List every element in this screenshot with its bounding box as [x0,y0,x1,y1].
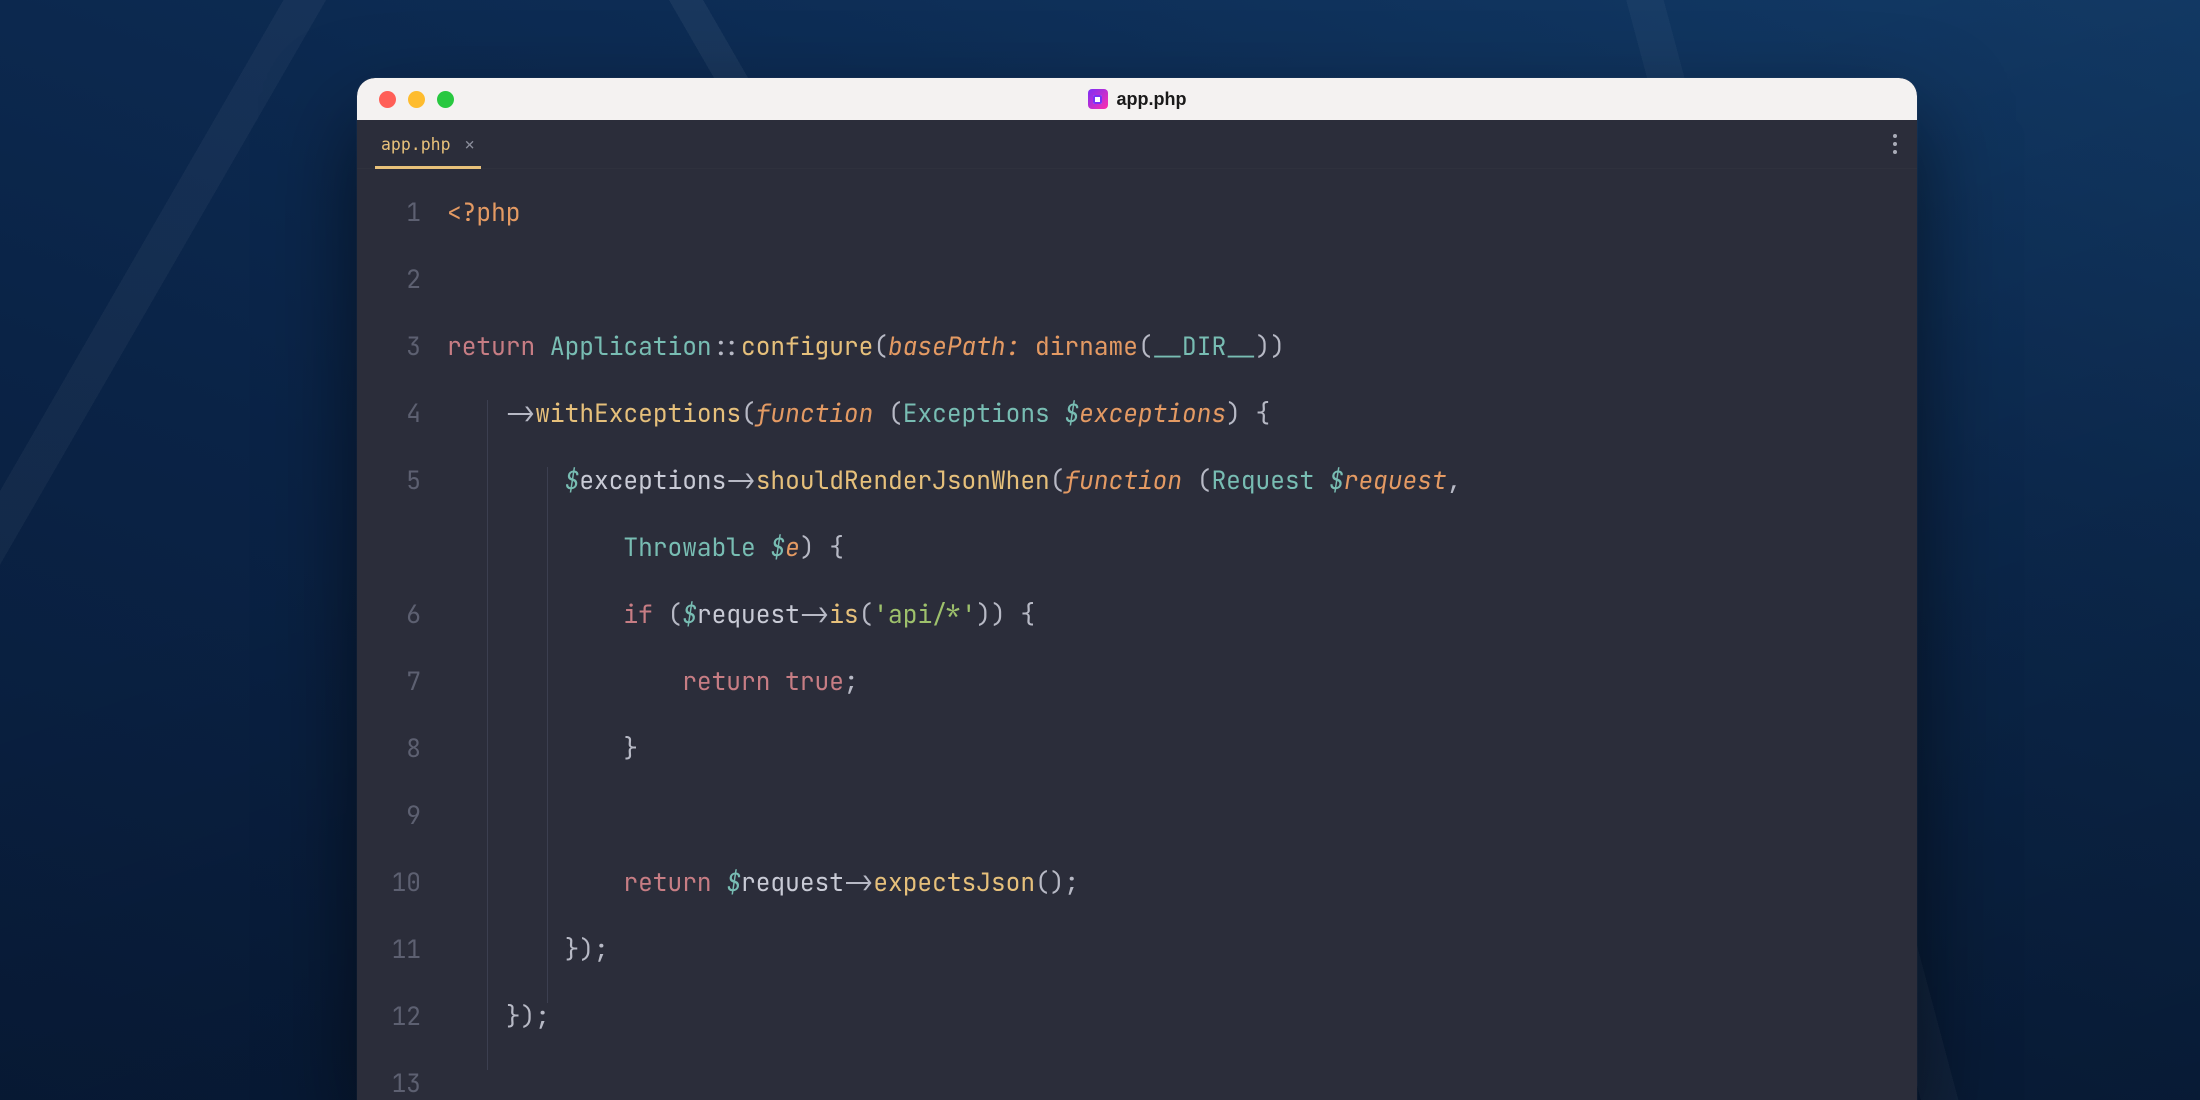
code-line[interactable]: <?php [447,199,1917,266]
code-line[interactable]: if ($request->is('api/*')) { [447,601,1917,668]
code-line[interactable]: } [447,735,1917,802]
line-number-gutter: 1 2 3 4 5 6 7 8 9 10 11 12 13 [357,199,447,1100]
code-area[interactable]: <?php return Application::configure(base… [447,199,1917,1100]
line-number: 4 [357,400,447,467]
code-line[interactable]: ->withExceptions(function (Exceptions $e… [447,400,1917,467]
code-line[interactable] [447,1070,1917,1100]
phpstorm-icon [1088,89,1108,109]
code-line[interactable]: }); [447,1003,1917,1070]
window-title-text: app.php [1117,89,1187,110]
minimize-window-icon[interactable] [408,91,425,108]
line-number: 12 [357,1003,447,1070]
code-line[interactable]: }); [447,936,1917,1003]
tab-options-icon[interactable] [1893,134,1897,154]
code-line[interactable] [447,802,1917,869]
code-line[interactable]: return $request->expectsJson(); [447,869,1917,936]
line-number: 2 [357,266,447,333]
code-line[interactable]: return Application::configure(basePath: … [447,333,1917,400]
tab-app-php[interactable]: app.php × [375,127,481,169]
line-number: 1 [357,199,447,266]
line-number: 3 [357,333,447,400]
window-title: app.php [357,89,1917,110]
editor-tabbar: app.php × [357,120,1917,169]
code-line[interactable]: Throwable $e) { [447,534,1917,601]
window-controls [379,91,454,108]
line-number: 13 [357,1070,447,1100]
code-line[interactable]: return true; [447,668,1917,735]
line-number: 7 [357,668,447,735]
line-number: 11 [357,936,447,1003]
line-number: 9 [357,802,447,869]
code-line[interactable] [447,266,1917,333]
tab-label: app.php [381,137,451,154]
line-number-wrap-spacer [357,534,447,601]
close-icon[interactable]: × [465,137,475,154]
code-editor[interactable]: 1 2 3 4 5 6 7 8 9 10 11 12 13 <?php r [357,169,1917,1100]
close-window-icon[interactable] [379,91,396,108]
line-number: 10 [357,869,447,936]
desktop-background: app.php app.php × 1 2 3 4 5 6 7 8 9 [0,0,2200,1100]
line-number: 8 [357,735,447,802]
window-titlebar[interactable]: app.php [357,78,1917,120]
editor-window: app.php app.php × 1 2 3 4 5 6 7 8 9 [357,78,1917,1100]
line-number: 5 [357,467,447,534]
code-line[interactable]: $exceptions->shouldRenderJsonWhen(functi… [447,467,1917,534]
maximize-window-icon[interactable] [437,91,454,108]
line-number: 6 [357,601,447,668]
